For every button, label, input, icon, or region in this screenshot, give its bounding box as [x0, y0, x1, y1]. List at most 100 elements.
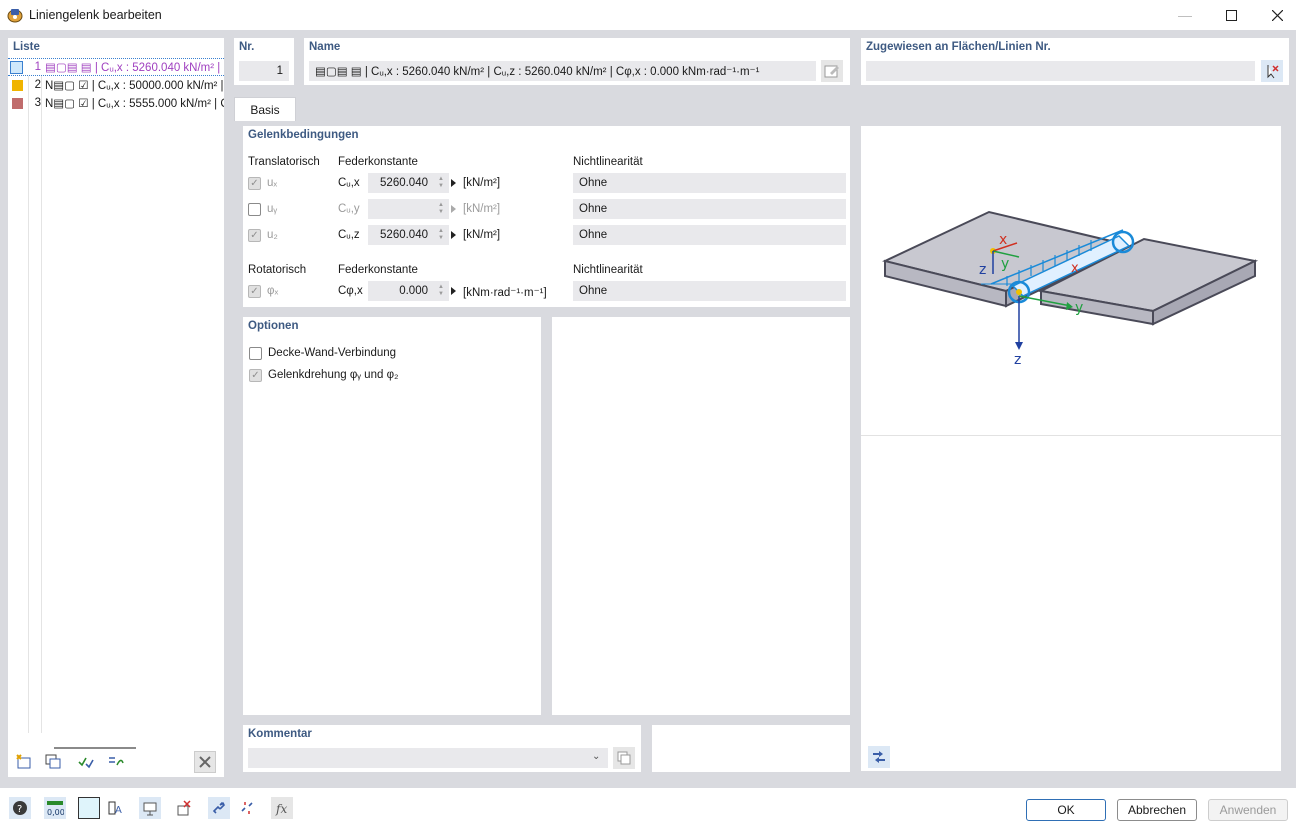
- number-field[interactable]: 1: [239, 61, 289, 81]
- comment-input[interactable]: [248, 748, 608, 768]
- hinge-rotation-checkbox[interactable]: ✓: [249, 369, 262, 382]
- edit-name-icon[interactable]: [821, 60, 843, 82]
- new-item-icon[interactable]: [13, 751, 35, 773]
- comment-label: Kommentar: [248, 728, 312, 740]
- comment-library-icon[interactable]: [613, 747, 635, 769]
- delete-icon[interactable]: [194, 751, 216, 773]
- svg-text:x: x: [1071, 261, 1079, 276]
- bottom-bar: ? 0,00 A fx OK Abbrechen Anwenden: [0, 788, 1296, 828]
- rotational-label: Rotatorisch: [248, 264, 307, 276]
- check-all-icon[interactable]: [75, 751, 97, 773]
- help-icon[interactable]: ?: [9, 797, 31, 819]
- list-item-text: N▤▢ ☑ | Cᵤ,x : 50000.000 kN/m² |: [45, 80, 224, 92]
- units-icon[interactable]: 0,00: [44, 797, 66, 819]
- comment-side-panel: [652, 725, 850, 772]
- dialog-body: Liste 1 ▤▢▤ ▤ | Cᵤ,x : 5260.040 kN/m² | …: [0, 30, 1296, 828]
- diagram-axis-x: x: [999, 232, 1007, 248]
- hinge-diagram: x y z x z y: [882, 210, 1259, 368]
- uz-nonlinear-select[interactable]: Ohne: [573, 225, 846, 245]
- unlink-icon[interactable]: [236, 797, 258, 819]
- tab-basis[interactable]: Basis: [234, 97, 296, 121]
- ceiling-wall-checkbox[interactable]: [249, 347, 262, 360]
- formula-icon[interactable]: fx: [271, 797, 293, 819]
- color-swatch: [12, 79, 23, 91]
- list-scrollbar[interactable]: [54, 747, 136, 749]
- cuy-input[interactable]: [368, 199, 434, 219]
- minimize-button[interactable]: —: [1162, 0, 1208, 30]
- options-header: Optionen: [248, 320, 299, 332]
- uy-nonlinear-select[interactable]: Ohne: [573, 199, 846, 219]
- list-rows: 1 ▤▢▤ ▤ | Cᵤ,x : 5260.040 kN/m² | C 2 N▤…: [8, 58, 224, 112]
- cux-spinner[interactable]: ▲ ▼: [433, 173, 449, 193]
- diagram-axis-y: y: [1001, 256, 1009, 272]
- svg-text:?: ?: [17, 804, 22, 815]
- list-item-text: ▤▢▤ ▤ | Cᵤ,x : 5260.040 kN/m² | C: [45, 62, 224, 74]
- color-swatch: [10, 60, 23, 74]
- cuy-menu-arrow[interactable]: [451, 205, 456, 213]
- cancel-button[interactable]: Abbrechen: [1117, 799, 1197, 821]
- pick-lines-icon[interactable]: [1261, 60, 1283, 82]
- number-label: Nr.: [239, 41, 255, 53]
- list-header: Liste: [13, 41, 40, 53]
- hinge-rotation-label: Gelenkdrehung φᵧ und φ₂: [268, 369, 399, 381]
- renumber-icon[interactable]: [105, 751, 127, 773]
- color-swatch: [12, 97, 23, 109]
- svg-text:fx: fx: [275, 802, 287, 816]
- list-item[interactable]: 2 N▤▢ ☑ | Cᵤ,x : 50000.000 kN/m² |: [8, 76, 224, 94]
- cuz-spinner[interactable]: ▲ ▼: [433, 225, 449, 245]
- cux-label: Cᵤ,x: [338, 177, 360, 189]
- cphix-spinner[interactable]: ▲ ▼: [433, 281, 449, 301]
- options-panel: Optionen Decke-Wand-Verbindung ✓ Gelenkd…: [243, 317, 541, 715]
- nonlinear-label-rot: Nichtlinearität: [573, 264, 643, 276]
- phix-checkbox[interactable]: ✓: [248, 285, 261, 298]
- ok-button[interactable]: OK: [1026, 799, 1106, 821]
- ux-checkbox[interactable]: ✓: [248, 177, 261, 190]
- list-item[interactable]: 3 N▤▢ ☑ | Cᵤ,x : 5555.000 kN/m² | C: [8, 94, 224, 112]
- uy-checkbox[interactable]: [248, 203, 261, 216]
- cuz-menu-arrow[interactable]: [451, 231, 456, 239]
- diagram-divider: [861, 435, 1281, 436]
- list-item-number: 3: [34, 97, 41, 109]
- cphix-menu-arrow[interactable]: [451, 287, 456, 295]
- conditions-header: Gelenkbedingungen: [248, 129, 359, 141]
- diagram-panel: x y z x z y: [861, 126, 1281, 771]
- number-panel: Nr. 1: [234, 38, 294, 85]
- ux-label: uₓ: [267, 177, 278, 189]
- cphix-input[interactable]: 0.000: [368, 281, 434, 301]
- list-item-text: N▤▢ ☑ | Cᵤ,x : 5555.000 kN/m² | C: [45, 98, 224, 110]
- cuy-unit: [kN/m²]: [463, 203, 501, 215]
- list-divider: [41, 58, 42, 733]
- apply-button[interactable]: Anwenden: [1208, 799, 1288, 821]
- assigned-field[interactable]: [866, 61, 1255, 81]
- list-item[interactable]: 1 ▤▢▤ ▤ | Cᵤ,x : 5260.040 kN/m² | C: [8, 58, 224, 76]
- cuz-input[interactable]: 5260.040: [368, 225, 434, 245]
- list-divider: [28, 58, 29, 733]
- diagram-axis-z: z: [979, 262, 986, 278]
- tab-content: Gelenkbedingungen Translatorisch Federko…: [234, 126, 1289, 783]
- text-icon[interactable]: A: [104, 797, 126, 819]
- assigned-panel: Zugewiesen an Flächen/Linien Nr.: [861, 38, 1289, 85]
- phix-nonlinear-select[interactable]: Ohne: [573, 281, 846, 301]
- comment-dropdown-icon[interactable]: ⌄: [592, 751, 600, 762]
- delete-selection-icon[interactable]: [173, 797, 195, 819]
- maximize-button[interactable]: [1208, 0, 1254, 30]
- empty-panel: [552, 317, 850, 715]
- cuy-spinner[interactable]: ▲ ▼: [433, 199, 449, 219]
- cphix-unit: [kNm·rad⁻¹·m⁻¹]: [463, 287, 547, 299]
- name-field[interactable]: ▤▢▤ ▤ | Cᵤ,x : 5260.040 kN/m² | Cᵤ,z : 5…: [309, 61, 816, 81]
- uy-label: uᵧ: [267, 203, 278, 215]
- cux-input[interactable]: 5260.040: [368, 173, 434, 193]
- conditions-panel: Gelenkbedingungen Translatorisch Federko…: [243, 126, 850, 307]
- cux-menu-arrow[interactable]: [451, 179, 456, 187]
- link-icon[interactable]: [208, 797, 230, 819]
- cuz-label: Cᵤ,z: [338, 229, 360, 241]
- cuz-unit: [kN/m²]: [463, 229, 501, 241]
- uz-checkbox[interactable]: ✓: [248, 229, 261, 242]
- close-button[interactable]: [1254, 0, 1296, 30]
- uz-label: u₂: [267, 229, 278, 241]
- diagram-options-icon[interactable]: [868, 746, 890, 768]
- view-icon[interactable]: [139, 797, 161, 819]
- ux-nonlinear-select[interactable]: Ohne: [573, 173, 846, 193]
- copy-item-icon[interactable]: [42, 751, 64, 773]
- color-icon[interactable]: [78, 797, 100, 819]
